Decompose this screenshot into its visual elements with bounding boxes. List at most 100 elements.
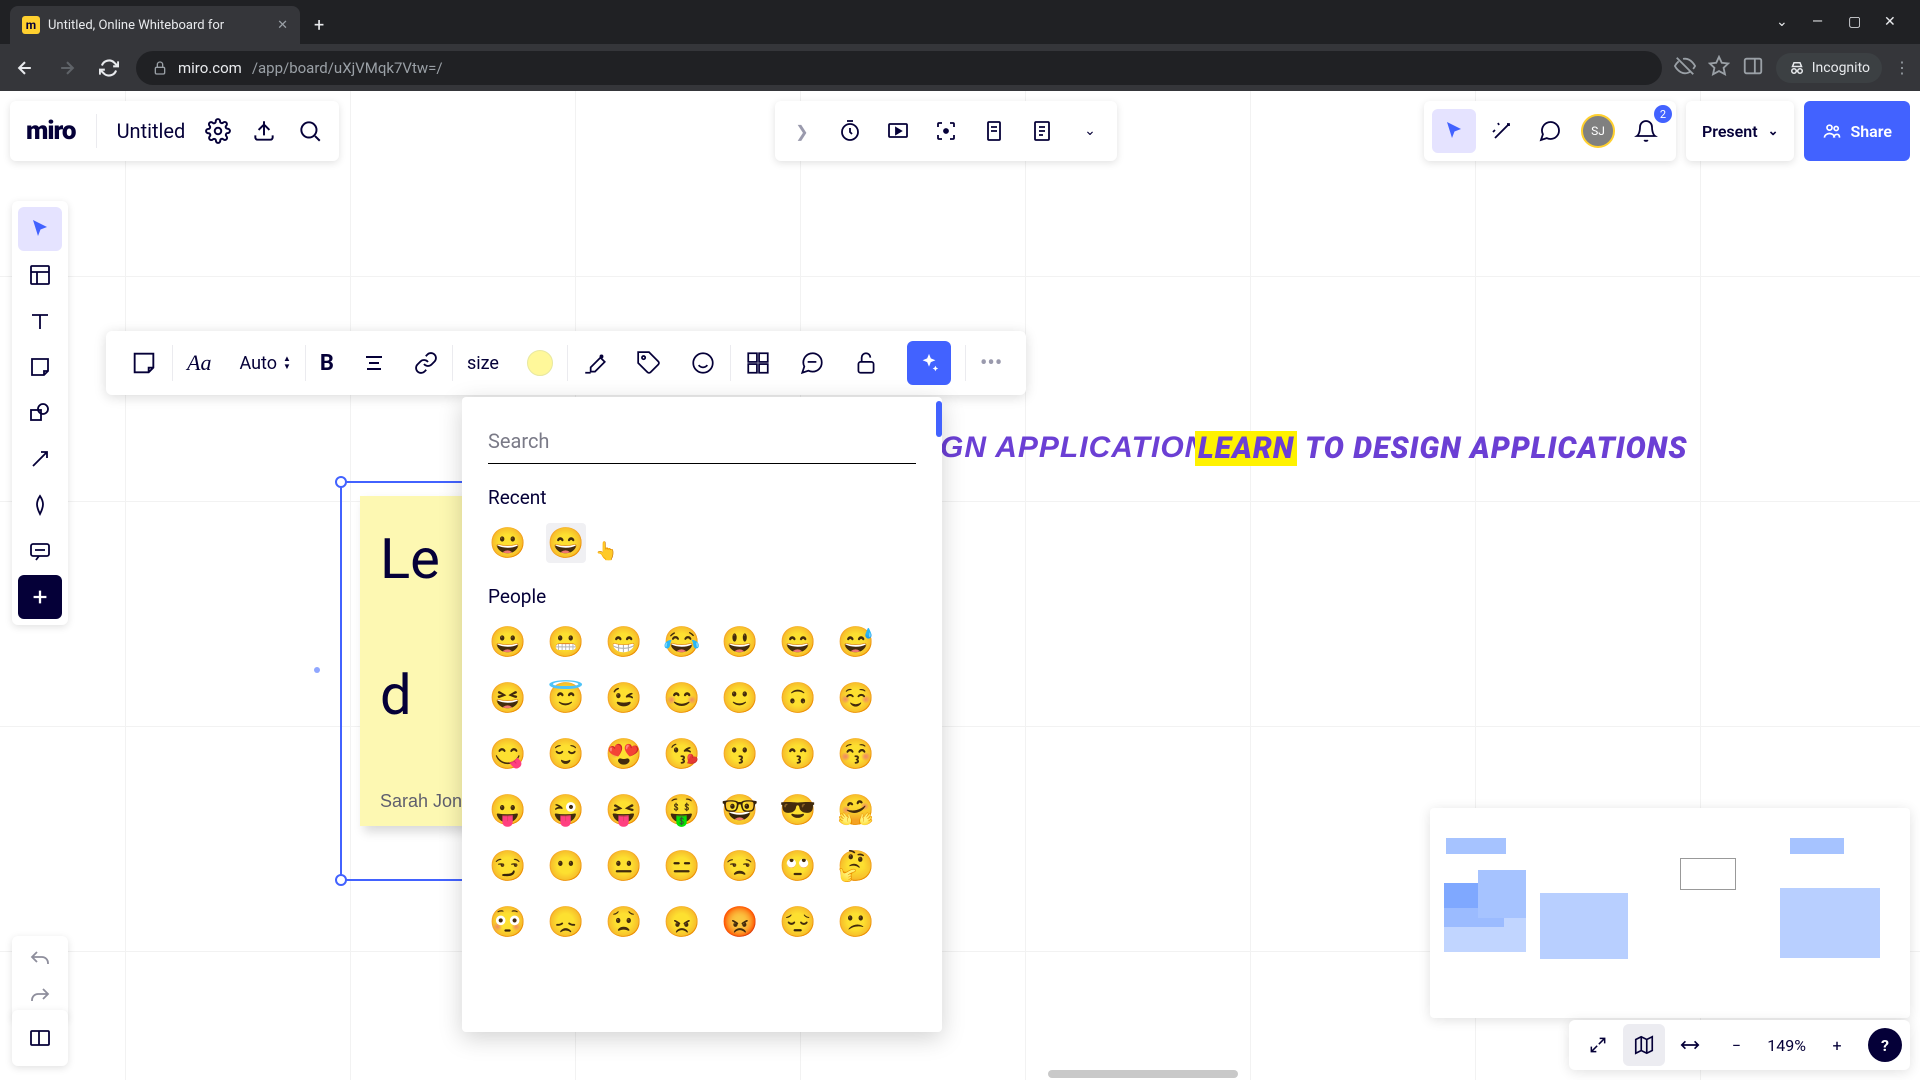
emoji-item[interactable]: 😘 xyxy=(662,734,702,774)
emoji-item[interactable]: 😂 xyxy=(662,622,702,662)
emoji-item[interactable]: 😚 xyxy=(836,734,876,774)
emoji-item[interactable]: 😕 xyxy=(836,902,876,942)
emoji-item[interactable]: 😆 xyxy=(488,678,528,718)
fit-button[interactable] xyxy=(1669,1024,1711,1066)
emoji-item[interactable]: 🤔 xyxy=(836,846,876,886)
more-apps-icon[interactable]: ⌄ xyxy=(1077,118,1103,144)
new-tab-button[interactable]: + xyxy=(300,7,338,44)
emoji-item[interactable]: 🙄 xyxy=(778,846,818,886)
zoom-out-button[interactable]: − xyxy=(1715,1024,1757,1066)
close-icon[interactable]: ✕ xyxy=(277,18,288,33)
frames-panel-button[interactable] xyxy=(12,1010,68,1066)
emoji-item[interactable]: 😔 xyxy=(778,902,818,942)
connection-dot[interactable] xyxy=(314,667,320,673)
font-size-auto[interactable]: Auto▲▼ xyxy=(225,331,304,395)
select-tool[interactable] xyxy=(18,207,62,251)
emoji-item[interactable]: 😝 xyxy=(604,790,644,830)
incognito-badge[interactable]: Incognito xyxy=(1776,53,1882,83)
magic-tool[interactable] xyxy=(1480,109,1524,153)
back-button[interactable] xyxy=(10,53,40,83)
frame-focus-icon[interactable] xyxy=(933,118,959,144)
emoji-item[interactable]: 😟 xyxy=(604,902,644,942)
emoji-item[interactable]: 😍 xyxy=(604,734,644,774)
canvas-text[interactable]: LEARN TO DESIGN APPLICATIONS xyxy=(1195,431,1687,466)
emoji-item[interactable]: 😊 xyxy=(662,678,702,718)
resize-handle[interactable] xyxy=(335,476,347,488)
horizontal-scrollbar[interactable] xyxy=(1048,1070,1238,1078)
emoji-item[interactable]: 😑 xyxy=(662,846,702,886)
layout-button[interactable] xyxy=(731,331,785,395)
align-button[interactable] xyxy=(348,331,400,395)
emoji-item[interactable]: 😄 xyxy=(778,622,818,662)
emoji-item[interactable]: 😌 xyxy=(546,734,586,774)
emoji-item[interactable]: 😶 xyxy=(546,846,586,886)
add-tool[interactable] xyxy=(18,575,62,619)
pen-tool[interactable] xyxy=(18,483,62,527)
export-icon[interactable] xyxy=(251,118,277,144)
emoji-item[interactable]: 😬 xyxy=(546,622,586,662)
undo-button[interactable] xyxy=(18,942,62,977)
sticky-tool[interactable] xyxy=(18,345,62,389)
emoji-item[interactable]: 😗 xyxy=(720,734,760,774)
minimize-icon[interactable]: ― xyxy=(1812,14,1826,30)
chevron-down-icon[interactable]: ⌄ xyxy=(1776,14,1790,30)
fullscreen-button[interactable] xyxy=(1577,1024,1619,1066)
forward-button[interactable] xyxy=(52,53,82,83)
emoji-item[interactable]: 🤓 xyxy=(720,790,760,830)
switch-type-button[interactable] xyxy=(116,331,172,395)
scrollbar[interactable] xyxy=(936,401,942,437)
emoji-item[interactable]: 😐 xyxy=(604,846,644,886)
emoji-item[interactable]: 🙃 xyxy=(778,678,818,718)
emoji-item[interactable]: 😀 xyxy=(488,523,528,563)
user-avatar[interactable]: SJ xyxy=(1576,109,1620,153)
url-field[interactable]: miro.com/app/board/uXjVMqk7Vtw=/ xyxy=(136,51,1662,85)
search-icon[interactable] xyxy=(297,118,323,144)
emoji-search-input[interactable] xyxy=(488,421,916,464)
close-window-icon[interactable]: ✕ xyxy=(1884,14,1898,30)
emoji-item[interactable]: 😳 xyxy=(488,902,528,942)
maximize-icon[interactable]: ▢ xyxy=(1848,14,1862,30)
minimap-toggle[interactable] xyxy=(1623,1024,1665,1066)
reload-button[interactable] xyxy=(94,53,124,83)
resize-handle[interactable] xyxy=(335,874,347,886)
redo-button[interactable] xyxy=(18,979,62,1014)
chevron-right-icon[interactable]: ❯ xyxy=(789,118,815,144)
zoom-in-button[interactable]: + xyxy=(1816,1024,1858,1066)
tag-button[interactable] xyxy=(622,331,676,395)
comment-button[interactable] xyxy=(785,331,839,395)
emoji-item[interactable]: 😡 xyxy=(720,902,760,942)
link-button[interactable] xyxy=(400,331,452,395)
emoji-item[interactable]: 😞 xyxy=(546,902,586,942)
kebab-icon[interactable]: ⋮ xyxy=(1894,58,1910,77)
eye-off-icon[interactable] xyxy=(1674,55,1696,81)
presentation-icon[interactable] xyxy=(885,118,911,144)
comment-tool[interactable] xyxy=(18,529,62,573)
sticky-size[interactable]: size xyxy=(453,331,513,395)
emoji-item[interactable]: 😎 xyxy=(778,790,818,830)
ai-button[interactable] xyxy=(893,331,965,395)
emoji-item[interactable]: 😇 xyxy=(546,678,586,718)
notes-icon[interactable] xyxy=(1029,118,1055,144)
browser-tab[interactable]: m Untitled, Online Whiteboard for ✕ xyxy=(10,6,300,44)
emoji-item[interactable]: 😜 xyxy=(546,790,586,830)
gear-icon[interactable] xyxy=(205,118,231,144)
cursor-tool[interactable] xyxy=(1432,109,1476,153)
timer-icon[interactable] xyxy=(837,118,863,144)
board-title[interactable]: Untitled xyxy=(117,119,186,143)
emoji-item[interactable]: 😉 xyxy=(604,678,644,718)
emoji-item[interactable]: 😁 xyxy=(604,622,644,662)
emoji-item[interactable]: 😙 xyxy=(778,734,818,774)
minimap[interactable] xyxy=(1430,808,1910,1018)
emoji-item[interactable]: 😄 xyxy=(546,523,586,563)
emoji-item[interactable]: 😒 xyxy=(720,846,760,886)
emoji-item[interactable]: 🤑 xyxy=(662,790,702,830)
lock-button[interactable] xyxy=(839,331,893,395)
notifications-icon[interactable]: 2 xyxy=(1624,109,1668,153)
canvas-text[interactable]: GN APPLICATIONS xyxy=(940,431,1228,465)
zoom-percentage[interactable]: 149% xyxy=(1761,1036,1812,1055)
voting-icon[interactable] xyxy=(981,118,1007,144)
emoji-button[interactable] xyxy=(676,331,730,395)
templates-tool[interactable] xyxy=(18,253,62,297)
share-button[interactable]: Share xyxy=(1804,101,1910,161)
emoji-item[interactable]: 🤗 xyxy=(836,790,876,830)
